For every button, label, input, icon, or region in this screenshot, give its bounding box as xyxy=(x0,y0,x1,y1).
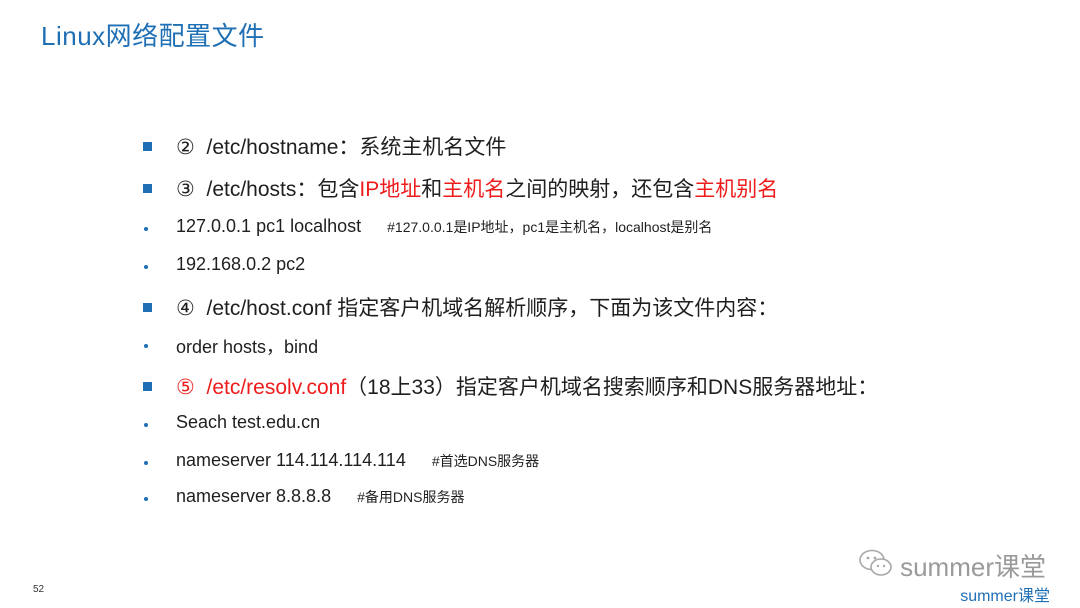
item-marker: ③ xyxy=(176,178,195,201)
item-text: Seach test.edu.cn xyxy=(176,412,321,432)
item-text: 和 xyxy=(421,178,443,201)
list-item: nameserver 114.114.114.114 #首选DNS服务器 xyxy=(176,450,539,471)
bullet-dot xyxy=(144,497,148,501)
list-item: 192.168.0.2 pc2 xyxy=(176,254,305,275)
item-paren: （18上33） xyxy=(346,376,456,399)
page-number: 52 xyxy=(33,584,45,595)
list-item: order hosts，bind xyxy=(176,333,318,359)
item-marker: ④ xyxy=(176,297,195,320)
item-separator: ： xyxy=(338,136,360,159)
list-item: ② /etc/hostname：系统主机名文件 xyxy=(176,131,506,161)
watermark: summer课堂 xyxy=(858,547,1046,584)
list-item: nameserver 8.8.8.8 #备用DNS服务器 xyxy=(176,486,464,507)
bullet-square xyxy=(143,142,152,151)
item-comment: #127.0.0.1是IP地址，pc1是主机名，localhost是别名 xyxy=(387,219,713,235)
item-path: /etc/hostname xyxy=(206,136,339,159)
list-item: ③ /etc/hosts：包含IP地址和主机名之间的映射，还包含主机别名 xyxy=(176,173,778,203)
item-text: 包含 xyxy=(317,178,360,201)
item-marker: ② xyxy=(176,136,195,159)
bullet-dot xyxy=(144,227,148,231)
item-text: 127.0.0.1 pc1 localhost xyxy=(176,216,362,236)
list-item: 127.0.0.1 pc1 localhost #127.0.0.1是IP地址，p… xyxy=(176,216,712,237)
item-separator: ： xyxy=(296,178,318,201)
list-item: ④ /etc/host.conf 指定客户机域名解析顺序，下面为该文件内容： xyxy=(176,292,778,322)
bullet-square xyxy=(143,184,152,193)
bullet-dot xyxy=(144,461,148,465)
list-item: ⑤ /etc/resolv.conf（18上33）指定客户机域名搜索顺序和DNS… xyxy=(176,371,878,401)
item-path: /etc/hosts xyxy=(206,178,297,201)
item-text: order hosts，bind xyxy=(176,337,319,357)
item-text: nameserver 8.8.8.8 xyxy=(176,486,332,506)
item-text: 指定客户机域名解析顺序，下面为该文件内容： xyxy=(331,297,779,320)
highlight-ip-address: IP地址 xyxy=(359,178,422,201)
watermark-text: summer课堂 xyxy=(900,552,1046,582)
bullet-square xyxy=(143,303,152,312)
wechat-icon xyxy=(858,548,894,583)
slide-title: Linux网络配置文件 xyxy=(41,21,265,51)
item-text: nameserver 114.114.114.114 xyxy=(176,450,406,470)
item-text: 之间的映射，还包含 xyxy=(505,178,695,201)
item-path: /etc/resolv.conf xyxy=(206,376,347,399)
item-comment: #备用DNS服务器 xyxy=(357,489,465,505)
bullet-dot xyxy=(144,423,148,427)
list-item: Seach test.edu.cn xyxy=(176,412,320,433)
bullet-dot xyxy=(144,265,148,269)
item-text: 192.168.0.2 pc2 xyxy=(176,254,306,274)
bullet-dot xyxy=(144,344,148,348)
item-comment: #首选DNS服务器 xyxy=(431,453,540,469)
item-text: 系统主机名文件 xyxy=(359,136,507,159)
brand-logo: summer课堂 xyxy=(960,588,1050,605)
item-path: /etc/host.conf xyxy=(206,297,332,320)
bullet-square xyxy=(143,382,152,391)
item-text: 指定客户机域名搜索顺序和DNS服务器地址： xyxy=(455,376,879,399)
item-marker: ⑤ xyxy=(176,376,195,399)
highlight-hostname: 主机名 xyxy=(442,178,506,201)
highlight-alias: 主机别名 xyxy=(694,178,779,201)
